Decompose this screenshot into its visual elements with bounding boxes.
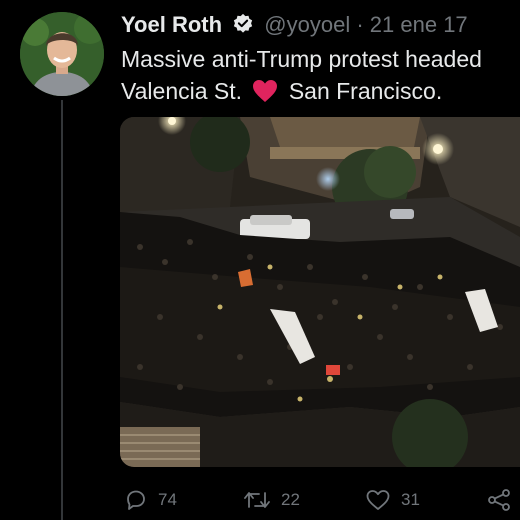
share-button[interactable] (486, 480, 512, 520)
tweet-text-line-2: Valencia St. San Francisco. (121, 75, 520, 111)
retweet-button[interactable]: 22 (243, 480, 300, 520)
thread-line (61, 100, 63, 520)
like-icon (365, 488, 391, 512)
retweet-icon (243, 488, 271, 512)
tweet-photo[interactable] (120, 117, 520, 467)
retweet-count: 22 (281, 490, 300, 509)
like-button[interactable]: 31 (365, 480, 420, 520)
tweet-text: Massive anti-Trump protest headed Valenc… (121, 43, 520, 111)
header-separator: · (356, 12, 364, 37)
reply-count: 74 (158, 490, 177, 509)
tweet-text-line-1: Massive anti-Trump protest headed (121, 46, 482, 72)
heart-emoji-icon (252, 79, 278, 111)
tweet-city: San Francisco. (288, 78, 443, 104)
share-icon (486, 488, 512, 512)
tweet-location: Valencia St. (121, 78, 243, 104)
verified-badge-icon (232, 13, 254, 43)
reply-icon (124, 488, 148, 512)
avatar[interactable] (20, 12, 104, 96)
author-name[interactable]: Yoel Roth (121, 12, 222, 37)
tweet-header: Yoel Roth @yoyoel · 21 ene 17 (121, 10, 468, 43)
author-handle[interactable]: @yoyoel (264, 12, 350, 37)
reply-button[interactable]: 74 (124, 480, 177, 520)
tweet-date[interactable]: 21 ene 17 (370, 12, 468, 37)
like-count: 31 (401, 490, 420, 509)
tweet-actions: 74 22 31 (0, 480, 520, 520)
